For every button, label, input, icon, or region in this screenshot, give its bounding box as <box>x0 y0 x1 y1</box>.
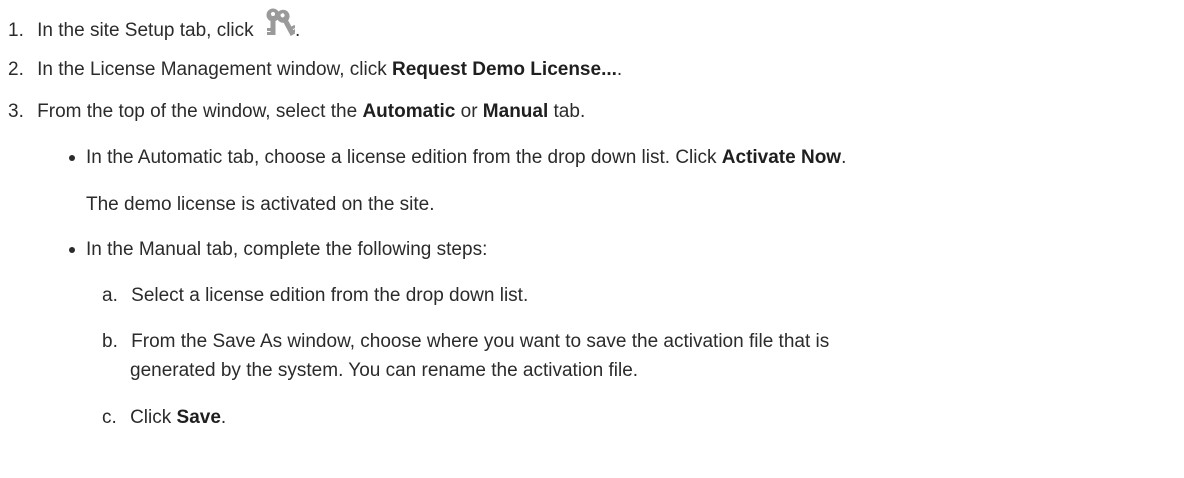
manual-tab-label: Manual <box>482 101 549 122</box>
substep-c: c. Click Save. <box>102 406 226 430</box>
bullet-manual: In the Manual tab, complete the followin… <box>86 239 488 260</box>
step-number: 2. <box>8 59 24 80</box>
substep-text-end: . <box>220 407 227 428</box>
bullet-text-end: . <box>841 147 847 168</box>
substep-b: b. From the Save As window, choose where… <box>102 330 829 354</box>
step-number: 3. <box>8 101 24 122</box>
substep-letter: a. <box>102 285 118 306</box>
bullet-text: In the Automatic tab, choose a license e… <box>86 147 722 168</box>
step-text: In the License Management window, click <box>37 59 392 80</box>
substep-letter: c. <box>102 407 117 428</box>
step-1: 1. In the site Setup tab, click . <box>8 8 300 43</box>
substep-text: Click <box>130 407 177 428</box>
bullet-automatic: In the Automatic tab, choose a license e… <box>86 146 846 170</box>
bullet-note: The demo license is activated on the sit… <box>86 194 435 215</box>
substep-text: Select a license edition from the drop d… <box>131 285 529 306</box>
step-text: In the site Setup tab, click <box>37 20 254 41</box>
step-text: From the top of the window, select the <box>37 101 363 122</box>
step-2: 2. In the License Management window, cli… <box>8 58 622 82</box>
activate-now-label: Activate Now <box>721 147 842 168</box>
save-label: Save <box>176 407 221 428</box>
substep-a: a. Select a license edition from the dro… <box>102 284 528 308</box>
step-text-end: . <box>294 20 301 41</box>
license-keys-icon <box>265 8 298 40</box>
request-demo-license-label: Request Demo License... <box>392 59 617 80</box>
step-text-end: tab. <box>548 101 586 122</box>
step-text-mid: or <box>455 101 483 122</box>
step-3: 3. From the top of the window, select th… <box>8 100 585 124</box>
substep-letter: b. <box>102 331 118 352</box>
bullet-marker <box>69 155 75 161</box>
bullet-marker <box>69 247 75 253</box>
automatic-tab-label: Automatic <box>362 101 456 122</box>
substep-b-continued: generated by the system. You can rename … <box>130 360 639 381</box>
substep-text-line1: From the Save As window, choose where yo… <box>131 331 830 352</box>
step-number: 1. <box>8 20 24 41</box>
step-text-end: . <box>616 59 623 80</box>
